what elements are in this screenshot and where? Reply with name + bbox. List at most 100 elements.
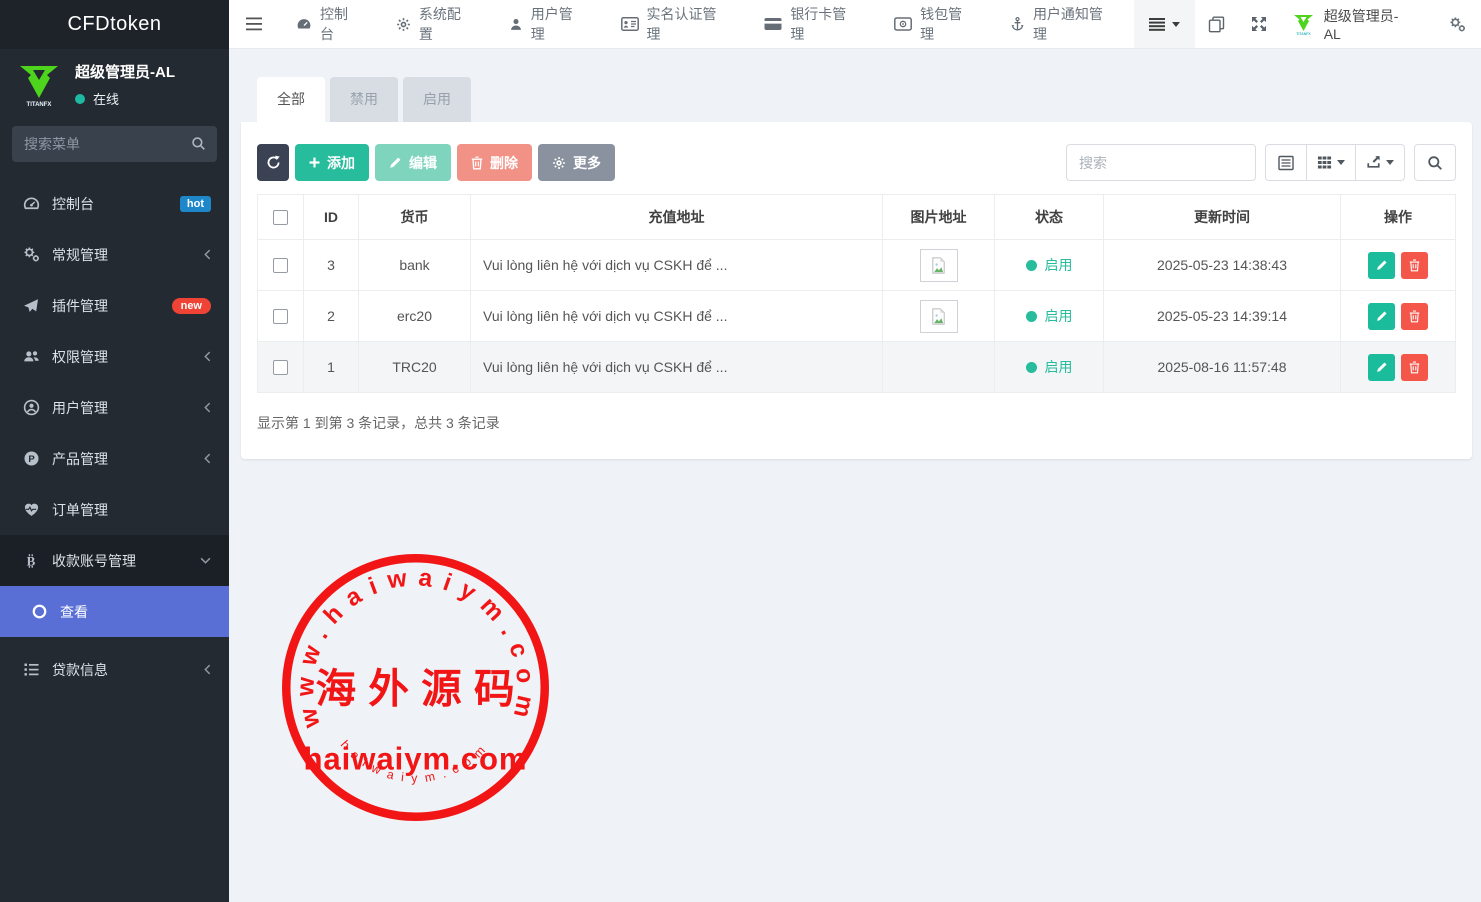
users-icon	[22, 348, 40, 365]
sidebar-item-products[interactable]: P 产品管理	[0, 433, 229, 484]
profile-info: 超级管理员-AL 在线	[75, 61, 175, 108]
status-dot-icon	[1026, 362, 1037, 373]
anchor-icon	[1010, 16, 1025, 32]
tab-enabled[interactable]: 启用	[403, 77, 471, 122]
table-search	[1066, 144, 1256, 181]
search-submit-button[interactable]	[1414, 144, 1456, 181]
topbar-item-bank-card-management[interactable]: 银行卡管理	[747, 0, 877, 48]
select-all-header	[258, 195, 304, 240]
row-checkbox[interactable]	[273, 258, 288, 273]
user-icon	[509, 17, 523, 32]
topbar-item-dashboard[interactable]: 控制台	[279, 0, 379, 48]
topbar-item-wallet-management[interactable]: 钱包管理	[877, 0, 993, 48]
edit-button[interactable]: 编辑	[375, 144, 451, 181]
topbar-user-menu[interactable]: TITANFX 超级管理员-AL	[1280, 0, 1427, 48]
topbar-item-system-config[interactable]: 系统配置	[379, 0, 492, 48]
pagination-summary: 显示第 1 到第 3 条记录，总共 3 条记录	[257, 413, 1456, 433]
sidebar-item-label: 权限管理	[52, 347, 192, 367]
menu-search-input[interactable]	[12, 126, 217, 162]
circle-o-icon	[30, 603, 48, 620]
table-search-input[interactable]	[1066, 144, 1256, 181]
cell-updated: 2025-05-23 14:38:43	[1104, 240, 1341, 291]
sidebar-item-general[interactable]: 常规管理	[0, 229, 229, 280]
col-id: ID	[304, 195, 359, 240]
stamp-center-cn: 海外源码	[316, 667, 527, 712]
sidebar-item-orders[interactable]: 订单管理	[0, 484, 229, 535]
plus-icon	[309, 157, 320, 168]
status-dot-icon	[1026, 311, 1037, 322]
topbar-nav: 控制台 系统配置 用户管理 实名认证管理 银行卡管理	[279, 0, 1134, 48]
refresh-button[interactable]	[257, 144, 289, 181]
topbar-username: 超级管理员-AL	[1324, 6, 1415, 42]
gauge-icon	[296, 16, 312, 32]
trash-icon	[1409, 310, 1420, 323]
select-all-checkbox[interactable]	[273, 210, 288, 225]
sidebar-item-plugins[interactable]: 插件管理 new	[0, 280, 229, 331]
row-delete-button[interactable]	[1401, 303, 1428, 330]
caret-down-icon	[1386, 160, 1394, 165]
tab-disabled[interactable]: 禁用	[330, 77, 398, 122]
sidebar-item-label: 控制台	[52, 194, 168, 214]
topbar-item-kyc-management[interactable]: 实名认证管理	[604, 0, 748, 48]
sidebar-item-payment-accounts[interactable]: B 收款账号管理	[0, 535, 229, 586]
status-badge: 启用	[1045, 306, 1073, 326]
sidebar-item-label: 订单管理	[52, 500, 211, 520]
topbar-settings-button[interactable]	[1427, 0, 1481, 48]
sidebar-item-loan-info[interactable]: 贷款信息	[0, 644, 229, 695]
columns-button[interactable]	[1307, 144, 1356, 181]
detail-view-button[interactable]	[1265, 144, 1307, 181]
table-toolbar: 添加 编辑 删除 更多	[257, 144, 1456, 181]
sidebar: CFDtoken TITANFX 超级管理员-AL 在线	[0, 0, 229, 902]
row-edit-button[interactable]	[1368, 354, 1395, 381]
cell-id: 3	[304, 240, 359, 291]
table-card: 添加 编辑 删除 更多	[241, 122, 1472, 459]
menu-icon	[246, 17, 262, 31]
status-badge: 启用	[1045, 357, 1073, 377]
topbar-item-user-notification-management[interactable]: 用户通知管理	[993, 0, 1134, 48]
topbar-item-label: 钱包管理	[920, 4, 976, 44]
tab-all[interactable]: 全部	[257, 77, 325, 122]
columns-icon	[1317, 155, 1332, 170]
topbar-item-label: 系统配置	[419, 4, 475, 44]
sidebar-item-permissions[interactable]: 权限管理	[0, 331, 229, 382]
sidebar-item-view[interactable]: 查看	[0, 586, 229, 637]
status-label: 在线	[93, 89, 119, 108]
col-image: 图片地址	[883, 195, 995, 240]
pencil-icon	[1376, 310, 1388, 322]
cell-currency: TRC20	[359, 342, 471, 393]
fullscreen-button[interactable]	[1238, 0, 1280, 48]
status-dot-icon	[1026, 260, 1037, 271]
row-checkbox[interactable]	[273, 360, 288, 375]
profile-status: 在线	[75, 89, 175, 108]
brand-title: CFDtoken	[0, 0, 229, 49]
row-delete-button[interactable]	[1401, 354, 1428, 381]
cell-address: Vui lòng liên hệ với dịch vụ CSKH để ...	[471, 240, 883, 291]
cell-image	[883, 342, 995, 393]
view-options-group	[1265, 144, 1405, 181]
topbar-item-user-management[interactable]: 用户管理	[492, 0, 604, 48]
row-edit-button[interactable]	[1368, 303, 1395, 330]
search-icon	[1427, 155, 1443, 171]
table-row: 2 erc20 Vui lòng liên hệ với dịch vụ CSK…	[258, 291, 1456, 342]
tabs-list-dropdown-button[interactable]	[1134, 0, 1195, 48]
row-checkbox[interactable]	[273, 309, 288, 324]
sidebar-item-label: 产品管理	[52, 449, 192, 469]
trash-icon	[1409, 361, 1420, 374]
row-edit-button[interactable]	[1368, 252, 1395, 279]
sidebar-item-label: 查看	[60, 602, 211, 622]
toolbar-search-tools	[1066, 144, 1456, 181]
add-label: 添加	[327, 153, 355, 173]
sidebar-item-dashboard[interactable]: 控制台 hot	[0, 178, 229, 229]
sidebar-toggle-button[interactable]	[229, 0, 279, 48]
gear-icon	[552, 156, 566, 170]
delete-button[interactable]: 删除	[457, 144, 532, 181]
sidebar-item-users[interactable]: 用户管理	[0, 382, 229, 433]
cell-currency: erc20	[359, 291, 471, 342]
row-delete-button[interactable]	[1401, 252, 1428, 279]
more-button[interactable]: 更多	[538, 144, 615, 181]
copy-page-button[interactable]	[1195, 0, 1238, 48]
export-button[interactable]	[1356, 144, 1405, 181]
add-button[interactable]: 添加	[295, 144, 369, 181]
profile-name: 超级管理员-AL	[75, 61, 175, 82]
topbar-right-tools: TITANFX 超级管理员-AL	[1134, 0, 1481, 48]
